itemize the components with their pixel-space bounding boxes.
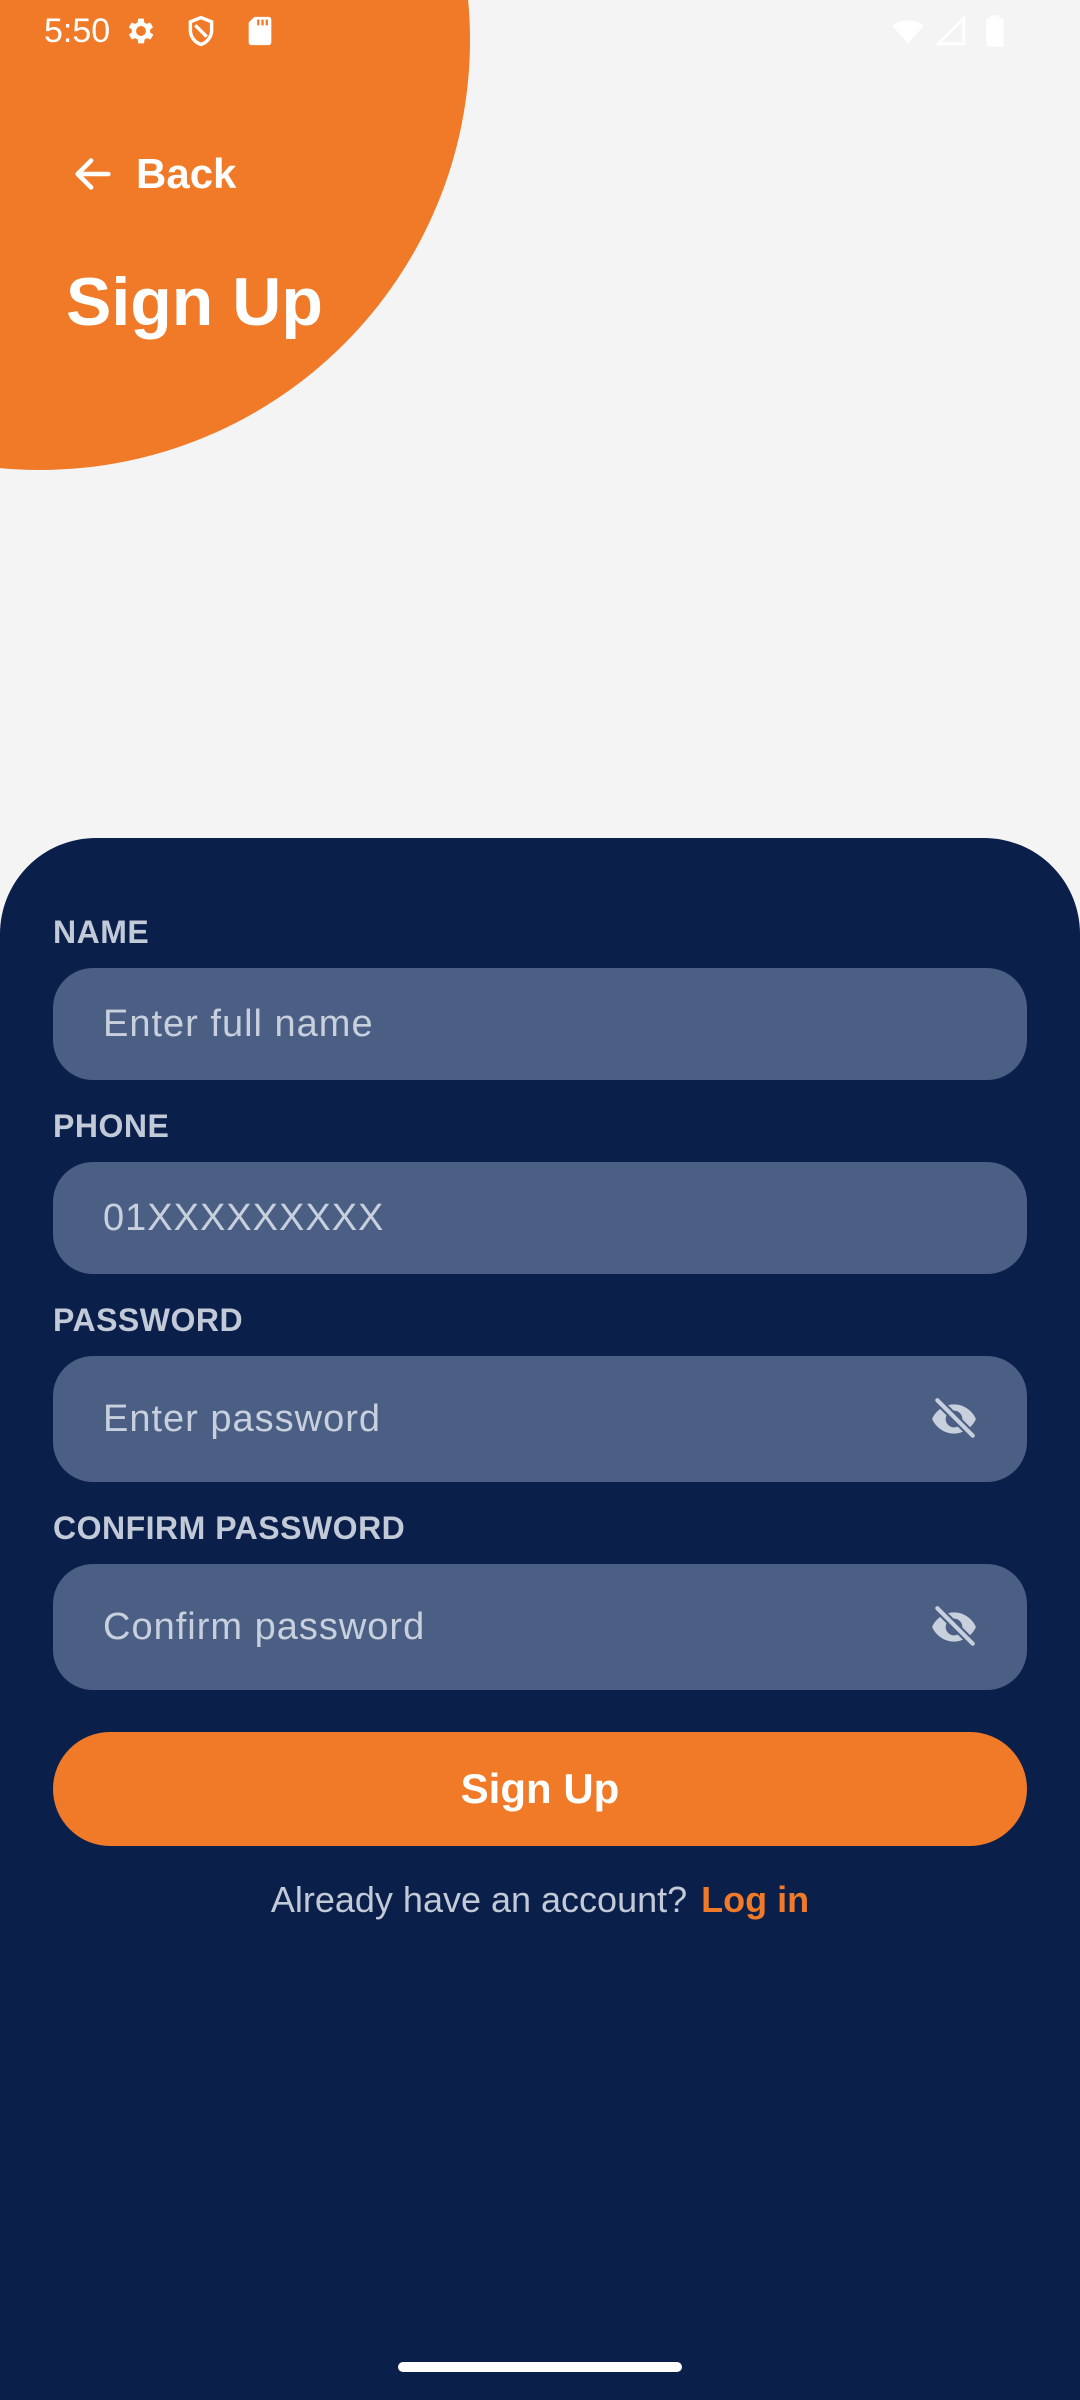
name-field[interactable]	[53, 968, 1027, 1080]
confirm-password-field[interactable]	[53, 1564, 1027, 1690]
sd-card-icon	[243, 14, 277, 48]
name-input[interactable]	[101, 1001, 979, 1047]
login-prompt: Already have an account?	[270, 1879, 688, 1920]
name-label: NAME	[53, 914, 150, 950]
page-title: Sign Up	[66, 264, 323, 340]
status-bar: 5:50	[0, 0, 1080, 62]
sign-up-button[interactable]: Sign Up	[53, 1732, 1027, 1846]
status-time: 5:50	[44, 12, 111, 50]
arrow-left-icon	[70, 151, 116, 197]
eye-off-icon[interactable]	[929, 1602, 979, 1652]
header-orange-circle	[0, 0, 470, 470]
confirm-password-input[interactable]	[101, 1604, 909, 1650]
login-row: Already have an account? Log in	[0, 1876, 1080, 1924]
password-field[interactable]	[53, 1356, 1027, 1482]
phone-field[interactable]	[53, 1162, 1027, 1274]
phone-label: PHONE	[53, 1108, 170, 1144]
home-indicator[interactable]	[398, 2362, 682, 2372]
wifi-icon	[888, 14, 928, 48]
signup-screen: 5:50 Back Sign Up NAME PHONE	[0, 0, 1080, 2400]
shield-icon	[184, 14, 218, 48]
signal-icon	[934, 14, 968, 48]
password-label: PASSWORD	[53, 1302, 244, 1338]
confirm-password-label: CONFIRM PASSWORD	[53, 1510, 406, 1546]
eye-off-icon[interactable]	[929, 1394, 979, 1444]
back-label: Back	[136, 150, 237, 197]
back-button[interactable]: Back	[70, 146, 236, 202]
password-input[interactable]	[101, 1396, 909, 1442]
battery-icon	[982, 14, 1008, 48]
gear-icon	[124, 14, 158, 48]
login-link[interactable]: Log in	[701, 1879, 809, 1920]
phone-input[interactable]	[101, 1195, 979, 1241]
